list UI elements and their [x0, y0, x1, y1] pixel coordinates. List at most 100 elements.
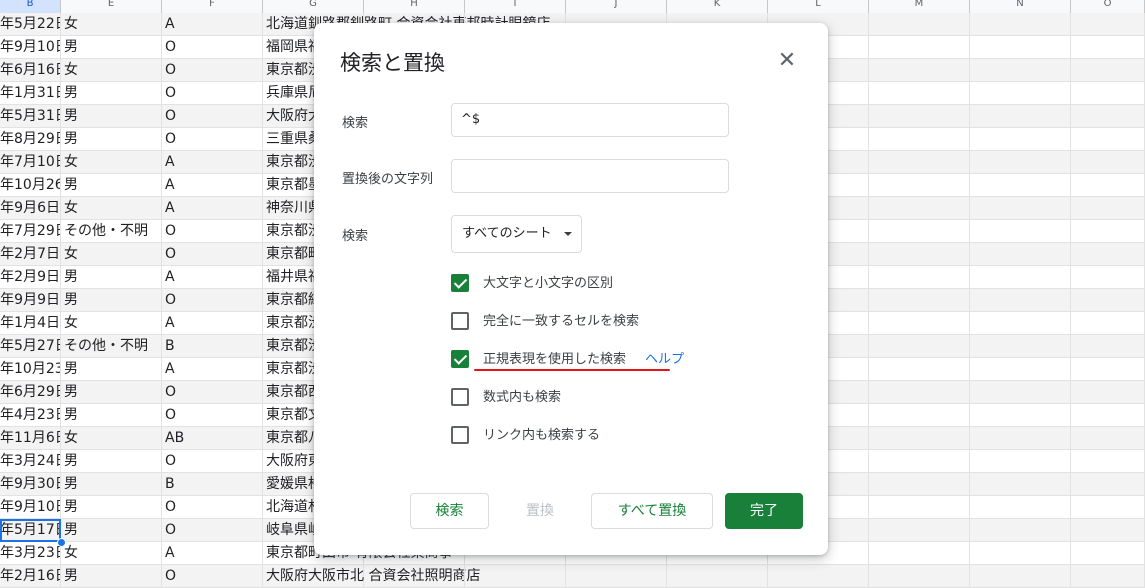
column-header-m[interactable]: M: [869, 0, 970, 13]
date-cell[interactable]: 年2月7日: [0, 243, 61, 266]
table-cell[interactable]: [1071, 128, 1145, 151]
table-cell[interactable]: [465, 565, 566, 588]
table-cell[interactable]: [869, 266, 970, 289]
date-cell[interactable]: 年7月10日: [0, 151, 61, 174]
gender-cell[interactable]: 男: [61, 358, 162, 381]
column-header-e[interactable]: E: [61, 0, 162, 13]
table-cell[interactable]: [970, 358, 1071, 381]
table-cell[interactable]: [869, 450, 970, 473]
column-header-f[interactable]: F: [162, 0, 263, 13]
table-cell[interactable]: [869, 82, 970, 105]
blood-type-cell[interactable]: O: [162, 565, 263, 588]
table-cell[interactable]: [1071, 335, 1145, 358]
table-cell[interactable]: [970, 105, 1071, 128]
gender-cell[interactable]: 男: [61, 266, 162, 289]
table-cell[interactable]: [869, 59, 970, 82]
table-cell[interactable]: [1071, 473, 1145, 496]
column-header-j[interactable]: J: [566, 0, 667, 13]
date-cell[interactable]: 年10月23: [0, 358, 61, 381]
table-cell[interactable]: [1071, 496, 1145, 519]
table-cell[interactable]: [667, 565, 768, 588]
date-cell[interactable]: 年5月22日: [0, 13, 61, 36]
table-cell[interactable]: [1071, 266, 1145, 289]
date-cell[interactable]: 年3月23日: [0, 542, 61, 565]
table-cell[interactable]: [869, 381, 970, 404]
table-cell[interactable]: [1071, 358, 1145, 381]
date-cell[interactable]: 年6月16日: [0, 59, 61, 82]
table-cell[interactable]: [869, 243, 970, 266]
table-cell[interactable]: [970, 473, 1071, 496]
table-cell[interactable]: [1071, 151, 1145, 174]
blood-type-cell[interactable]: A: [162, 266, 263, 289]
gender-cell[interactable]: 女: [61, 59, 162, 82]
gender-cell[interactable]: 女: [61, 312, 162, 335]
gender-cell[interactable]: 女: [61, 542, 162, 565]
date-cell[interactable]: 年9月30日: [0, 473, 61, 496]
table-cell[interactable]: [970, 128, 1071, 151]
blood-type-cell[interactable]: O: [162, 289, 263, 312]
table-cell[interactable]: [869, 13, 970, 36]
column-header-l[interactable]: L: [768, 0, 869, 13]
column-header-b[interactable]: B: [0, 0, 61, 13]
gender-cell[interactable]: 男: [61, 450, 162, 473]
gender-cell[interactable]: 男: [61, 473, 162, 496]
blood-type-cell[interactable]: A: [162, 312, 263, 335]
blood-type-cell[interactable]: O: [162, 496, 263, 519]
checkbox-regex[interactable]: [451, 350, 469, 368]
table-cell[interactable]: [970, 496, 1071, 519]
gender-cell[interactable]: 女: [61, 13, 162, 36]
gender-cell[interactable]: 女: [61, 151, 162, 174]
table-cell[interactable]: [970, 404, 1071, 427]
table-cell[interactable]: [1071, 450, 1145, 473]
date-cell[interactable]: 年9月10日: [0, 496, 61, 519]
gender-cell[interactable]: 男: [61, 82, 162, 105]
blood-type-cell[interactable]: O: [162, 128, 263, 151]
table-cell[interactable]: [869, 473, 970, 496]
table-cell[interactable]: [869, 519, 970, 542]
gender-cell[interactable]: 男: [61, 105, 162, 128]
table-cell[interactable]: [970, 542, 1071, 565]
blood-type-cell[interactable]: B: [162, 473, 263, 496]
gender-cell[interactable]: 男: [61, 36, 162, 59]
table-cell[interactable]: [869, 358, 970, 381]
blood-type-cell[interactable]: B: [162, 335, 263, 358]
replace-all-button[interactable]: すべて置換: [591, 493, 713, 529]
table-cell[interactable]: [970, 82, 1071, 105]
gender-cell[interactable]: 男: [61, 565, 162, 588]
date-cell[interactable]: 年3月24日: [0, 450, 61, 473]
gender-cell[interactable]: 男: [61, 496, 162, 519]
table-cell[interactable]: [1071, 13, 1145, 36]
table-cell[interactable]: [1071, 59, 1145, 82]
date-cell[interactable]: 年2月9日: [0, 266, 61, 289]
find-button[interactable]: 検索: [410, 493, 489, 529]
done-button[interactable]: 完了: [725, 493, 803, 529]
date-cell[interactable]: 年4月23日: [0, 404, 61, 427]
blood-type-cell[interactable]: A: [162, 542, 263, 565]
table-cell[interactable]: [869, 220, 970, 243]
blood-type-cell[interactable]: O: [162, 243, 263, 266]
table-cell[interactable]: [869, 542, 970, 565]
table-cell[interactable]: [1071, 565, 1145, 588]
table-cell[interactable]: [1071, 197, 1145, 220]
blood-type-cell[interactable]: O: [162, 519, 263, 542]
gender-cell[interactable]: 男: [61, 381, 162, 404]
table-cell[interactable]: [1071, 404, 1145, 427]
table-cell[interactable]: [970, 59, 1071, 82]
table-cell[interactable]: [970, 289, 1071, 312]
help-link[interactable]: ヘルプ: [645, 350, 684, 370]
column-header-g[interactable]: G: [263, 0, 364, 13]
gender-cell[interactable]: 男: [61, 519, 162, 542]
table-cell[interactable]: [1071, 82, 1145, 105]
date-cell[interactable]: 年1月31日: [0, 82, 61, 105]
column-header-o[interactable]: O: [1071, 0, 1145, 13]
table-cell[interactable]: [970, 335, 1071, 358]
table-cell[interactable]: [970, 174, 1071, 197]
table-cell[interactable]: [1071, 220, 1145, 243]
table-cell[interactable]: [1071, 243, 1145, 266]
column-header-i[interactable]: I: [465, 0, 566, 13]
table-cell[interactable]: [1071, 542, 1145, 565]
table-cell[interactable]: [869, 427, 970, 450]
table-cell[interactable]: [1071, 174, 1145, 197]
table-cell[interactable]: [869, 404, 970, 427]
gender-cell[interactable]: 男: [61, 404, 162, 427]
